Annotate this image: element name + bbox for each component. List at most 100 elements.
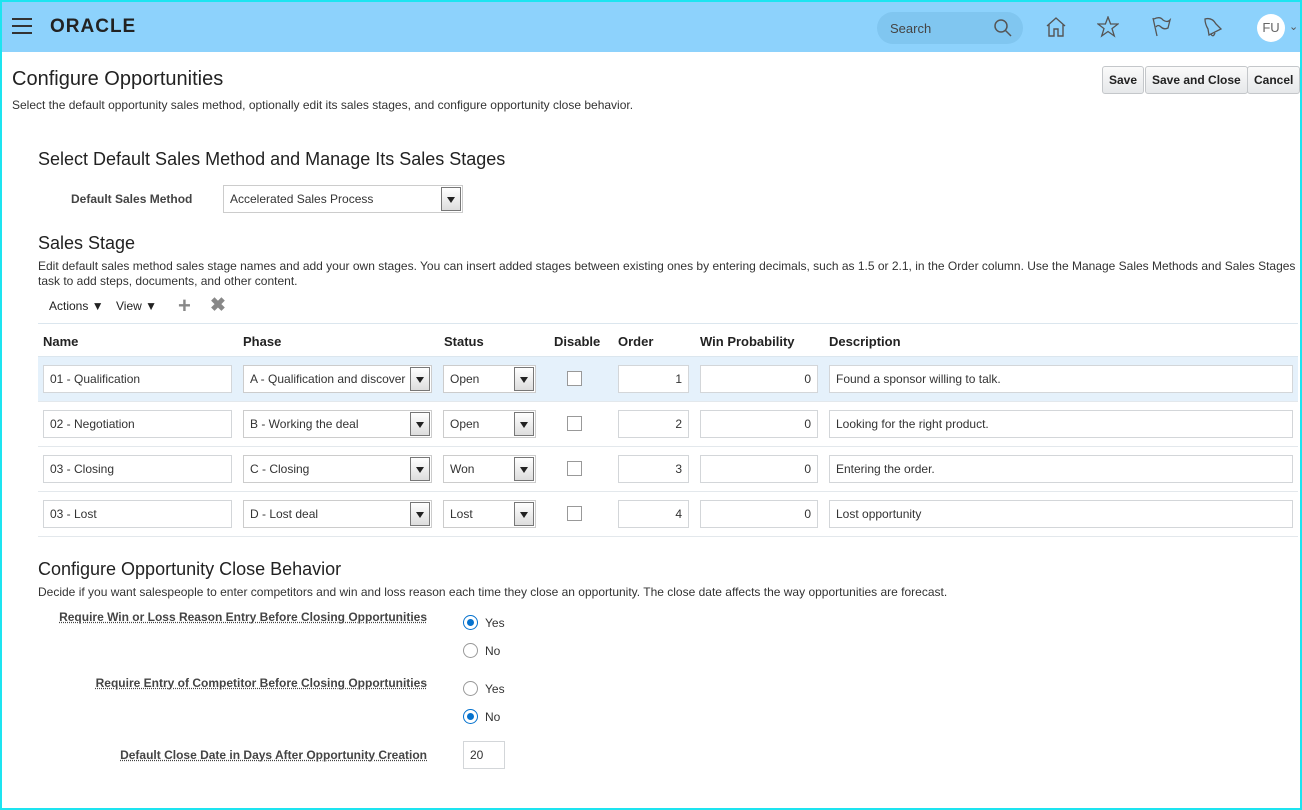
description-input[interactable]: Looking for the right product.	[829, 410, 1293, 438]
save-and-close-button[interactable]: Save and Close	[1145, 66, 1248, 94]
win-loss-no-radio[interactable]: No	[463, 643, 500, 658]
dropdown-icon[interactable]	[514, 502, 534, 526]
description-input[interactable]: Lost opportunity	[829, 500, 1293, 528]
search-icon[interactable]	[993, 18, 1013, 38]
home-icon[interactable]	[1045, 16, 1067, 38]
order-input[interactable]: 2	[618, 410, 689, 438]
top-bar: ORACLE Search FU ⌄	[2, 2, 1300, 52]
dropdown-icon[interactable]	[514, 367, 534, 391]
sales-stage-heading: Sales Stage	[38, 233, 136, 253]
dropdown-icon[interactable]	[441, 187, 461, 211]
phase-value: D - Lost deal	[250, 507, 319, 521]
win-probability-input[interactable]: 0	[700, 410, 818, 438]
radio-label: Yes	[485, 615, 505, 630]
description-input[interactable]: Entering the order.	[829, 455, 1293, 483]
close-date-label: Default Close Date in Days After Opportu…	[120, 748, 427, 762]
win-loss-yes-radio[interactable]: Yes	[463, 615, 505, 630]
competitor-label: Require Entry of Competitor Before Closi…	[95, 676, 427, 690]
table-row[interactable]: 03 - Lost D - Lost deal Lost 4 0 Lost op…	[38, 492, 1298, 537]
status-select[interactable]: Open	[443, 365, 536, 393]
status-value: Lost	[450, 507, 473, 521]
col-description: Description	[829, 334, 901, 349]
disable-checkbox[interactable]	[567, 461, 582, 476]
disable-checkbox[interactable]	[567, 506, 582, 521]
col-order: Order	[618, 334, 654, 349]
table-header: Name Phase Status Disable Order Win Prob…	[38, 323, 1298, 357]
phase-value: C - Closing	[250, 462, 310, 476]
menu-icon[interactable]	[12, 18, 32, 39]
radio-label: Yes	[485, 681, 505, 696]
win-probability-input[interactable]: 0	[700, 500, 818, 528]
user-avatar[interactable]: FU	[1257, 14, 1285, 42]
dropdown-icon[interactable]	[410, 367, 430, 391]
table-row[interactable]: 02 - Negotiation B - Working the deal Op…	[38, 402, 1298, 447]
radio-icon[interactable]	[463, 643, 478, 658]
radio-label: No	[485, 709, 501, 724]
radio-label: No	[485, 643, 501, 658]
cancel-button[interactable]: Cancel	[1247, 66, 1301, 94]
dropdown-icon[interactable]	[514, 457, 534, 481]
status-select[interactable]: Won	[443, 455, 536, 483]
default-sales-method-select[interactable]: Accelerated Sales Process	[223, 185, 463, 213]
view-label: View	[116, 299, 142, 313]
name-input[interactable]: 01 - Qualification	[43, 365, 232, 393]
name-input[interactable]: 02 - Negotiation	[43, 410, 232, 438]
win-loss-reason-label: Require Win or Loss Reason Entry Before …	[59, 610, 427, 624]
phase-select[interactable]: A - Qualification and discover	[243, 365, 432, 393]
page-title: Configure Opportunities	[12, 68, 224, 90]
phase-value: A - Qualification and discover	[250, 372, 406, 386]
col-phase: Phase	[243, 334, 282, 349]
search-placeholder: Search	[890, 21, 932, 36]
dropdown-icon[interactable]	[410, 502, 430, 526]
chevron-down-icon[interactable]: ⌄	[1289, 20, 1298, 33]
save-button[interactable]: Save	[1102, 66, 1145, 94]
oracle-logo[interactable]: ORACLE	[50, 16, 136, 38]
order-input[interactable]: 4	[618, 500, 689, 528]
delete-icon[interactable]: ✖	[210, 294, 226, 317]
star-icon[interactable]	[1097, 16, 1119, 38]
col-win-probability: Win Probability	[700, 334, 795, 349]
status-select[interactable]: Open	[443, 410, 536, 438]
selected-value: Accelerated Sales Process	[230, 192, 374, 206]
name-input[interactable]: 03 - Lost	[43, 500, 232, 528]
table-row[interactable]: 01 - Qualification A - Qualification and…	[38, 357, 1298, 402]
search-input[interactable]: Search	[877, 12, 1023, 44]
add-icon[interactable]: +	[178, 293, 191, 319]
phase-select[interactable]: C - Closing	[243, 455, 432, 483]
status-select[interactable]: Lost	[443, 500, 536, 528]
table-row[interactable]: 03 - Closing C - Closing Won 3 0 Enterin…	[38, 447, 1298, 492]
competitor-yes-radio[interactable]: Yes	[463, 681, 505, 696]
description-input[interactable]: Found a sponsor willing to talk.	[829, 365, 1293, 393]
phase-value: B - Working the deal	[250, 417, 359, 431]
order-input[interactable]: 3	[618, 455, 689, 483]
status-value: Open	[450, 372, 480, 386]
radio-icon[interactable]	[463, 681, 478, 696]
close-behavior-description: Decide if you want salespeople to enter …	[38, 585, 948, 599]
competitor-no-radio[interactable]: No	[463, 709, 500, 724]
close-behavior-heading: Configure Opportunity Close Behavior	[38, 559, 342, 579]
radio-selected-icon[interactable]	[463, 615, 478, 630]
dropdown-icon[interactable]	[514, 412, 534, 436]
default-sales-method-label: Default Sales Method	[71, 192, 193, 206]
win-probability-input[interactable]: 0	[700, 455, 818, 483]
name-input[interactable]: 03 - Closing	[43, 455, 232, 483]
dropdown-icon[interactable]	[410, 412, 430, 436]
col-name: Name	[43, 334, 79, 349]
radio-selected-icon[interactable]	[463, 709, 478, 724]
bell-icon[interactable]	[1202, 16, 1224, 38]
actions-menu[interactable]: Actions ▼	[49, 299, 104, 313]
actions-label: Actions	[49, 299, 89, 313]
win-probability-input[interactable]: 0	[700, 365, 818, 393]
phase-select[interactable]: B - Working the deal	[243, 410, 432, 438]
close-date-days-input[interactable]: 20	[463, 741, 505, 769]
col-disable: Disable	[554, 334, 601, 349]
disable-checkbox[interactable]	[567, 416, 582, 431]
flag-icon[interactable]	[1150, 16, 1172, 38]
order-input[interactable]: 1	[618, 365, 689, 393]
disable-checkbox[interactable]	[567, 371, 582, 386]
view-menu[interactable]: View ▼	[116, 299, 157, 313]
dropdown-icon[interactable]	[410, 457, 430, 481]
col-status: Status	[444, 334, 484, 349]
phase-select[interactable]: D - Lost deal	[243, 500, 432, 528]
page-subtitle: Select the default opportunity sales met…	[12, 98, 634, 112]
